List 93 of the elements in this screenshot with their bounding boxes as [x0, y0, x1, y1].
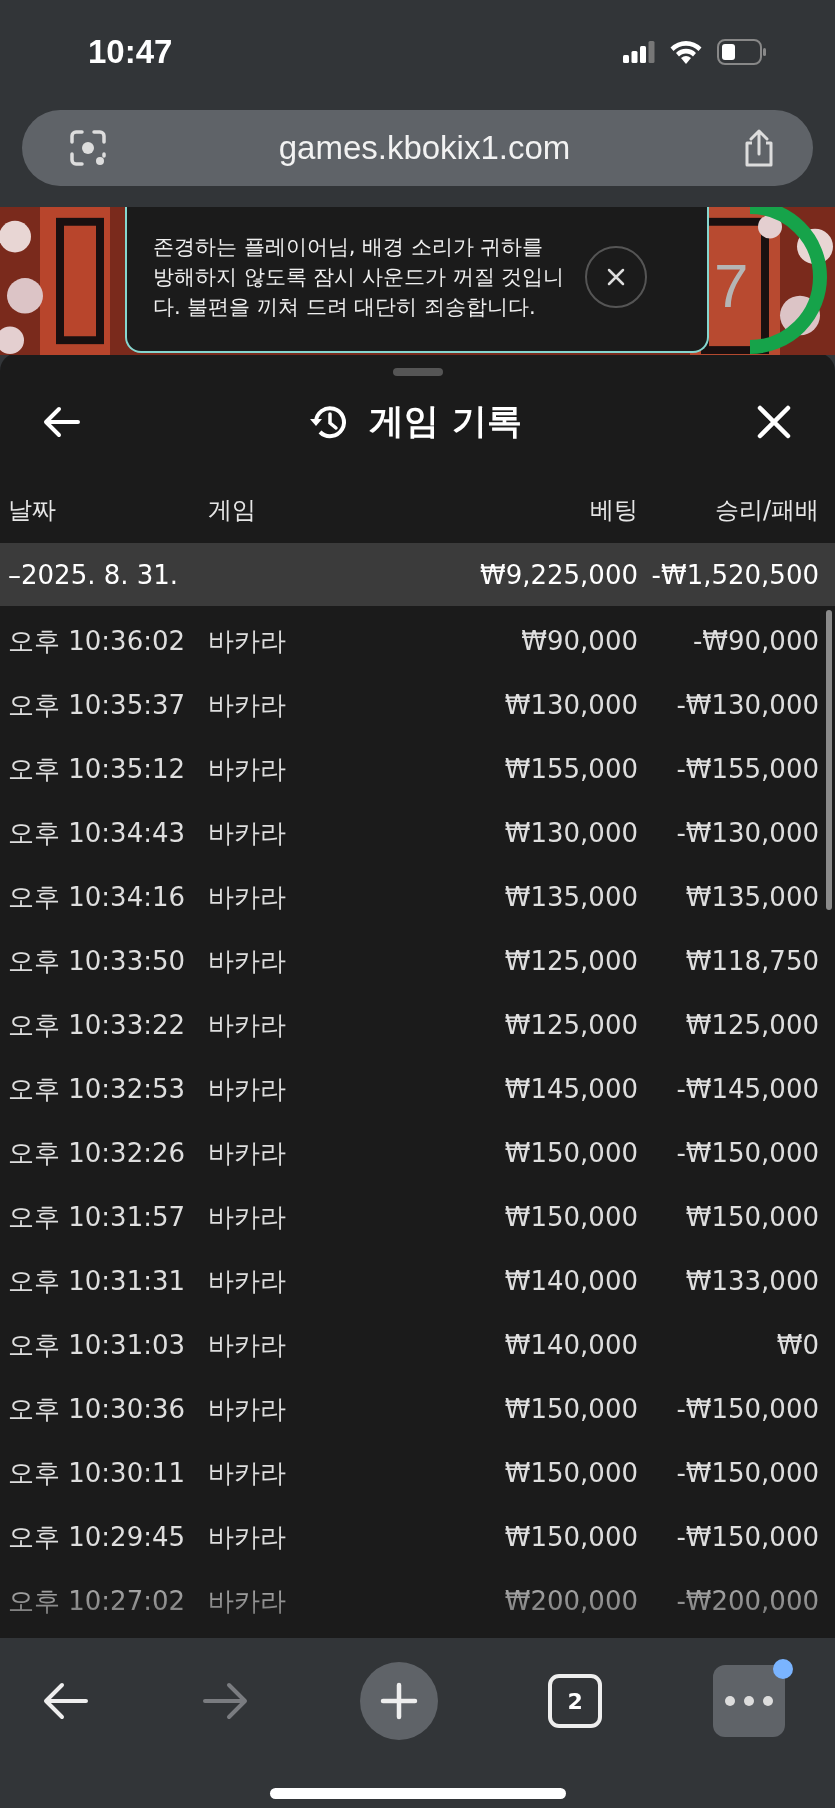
- time-cell-text: 오후 10:34:43: [8, 816, 187, 850]
- battery-icon: [717, 39, 767, 65]
- result-cell-text: ₩125,000: [684, 1010, 819, 1040]
- time-cell-text: 오후 10:33:22: [8, 1008, 187, 1042]
- result-cell-text: -₩150,000: [675, 1458, 819, 1488]
- result-cell-text: ₩118,750: [684, 946, 819, 976]
- result-cell-text: ₩135,000: [684, 882, 819, 912]
- game-cell-text: 바카라: [208, 624, 287, 658]
- result-cell-text: -₩150,000: [675, 1394, 819, 1424]
- date-group-row[interactable]: –2025. 8. 31. ₩9,225,000 -₩1,520,500: [0, 543, 835, 606]
- drag-handle[interactable]: [392, 368, 443, 376]
- date-text: –2025. 8. 31.: [8, 559, 180, 590]
- result-cell-text: -₩200,000: [675, 1586, 819, 1616]
- time-cell-text: 오후 10:35:37: [8, 688, 187, 722]
- scrollbar[interactable]: [826, 610, 832, 910]
- bet-cell-text: ₩155,000: [503, 754, 638, 784]
- game-cell-text: 바카라: [208, 752, 287, 786]
- column-header: 게임: [208, 495, 257, 526]
- wifi-icon: [669, 40, 703, 64]
- result-cell-text: ₩150,000: [684, 1202, 819, 1232]
- column-header: 승리/패배: [713, 495, 819, 526]
- result-cell-text: -₩155,000: [675, 754, 819, 784]
- time-cell-text: 오후 10:29:45: [8, 1520, 187, 1554]
- result-cell-text: ₩133,000: [684, 1266, 819, 1296]
- game-cell-text: 바카라: [208, 1520, 287, 1554]
- notice-text: 존경하는 플레이어님, 배경 소리가 귀하를 방해하지 않도록 잠시 사운드가 꺼질 것입니다. 불편을 끼쳐 드려 대단히 죄송합니다.: [153, 234, 566, 321]
- time-cell-text: 오후 10:27:02: [8, 1584, 187, 1618]
- signal-icon: [623, 41, 655, 63]
- game-cell-text: 바카라: [208, 944, 287, 978]
- bet-cell-text: ₩130,000: [503, 690, 638, 720]
- time-cell-text: 오후 10:30:11: [8, 1456, 187, 1490]
- bet-cell-text: ₩150,000: [503, 1138, 638, 1168]
- time-cell-text: 오후 10:34:16: [8, 880, 187, 914]
- bet-cell-text: ₩125,000: [503, 946, 638, 976]
- bet-cell-text: ₩150,000: [503, 1394, 638, 1424]
- total-result: -₩1,520,500: [650, 559, 819, 590]
- game-cell-text: 바카라: [208, 1136, 287, 1170]
- time-cell-text: 오후 10:31:31: [8, 1264, 187, 1298]
- bet-cell-text: ₩140,000: [503, 1330, 638, 1360]
- time-cell-text: 오후 10:30:36: [8, 1392, 187, 1426]
- result-cell-text: -₩90,000: [691, 626, 819, 656]
- bet-cell-text: ₩140,000: [503, 1266, 638, 1296]
- bet-cell-text: ₩150,000: [503, 1522, 638, 1552]
- time-cell-text: 오후 10:32:53: [8, 1072, 187, 1106]
- close-icon[interactable]: [757, 404, 791, 439]
- bet-cell-text: ₩90,000: [520, 626, 638, 656]
- result-cell-text: ₩0: [775, 1330, 819, 1360]
- url-text: games.kbokix1.com: [277, 129, 572, 167]
- game-cell-text: 바카라: [208, 880, 287, 914]
- bet-cell-text: ₩135,000: [503, 882, 638, 912]
- bet-cell-text: ₩150,000: [503, 1458, 638, 1488]
- status-time: 10:47: [88, 33, 173, 71]
- game-cell-text: 바카라: [208, 1072, 287, 1106]
- bet-cell-text: ₩130,000: [503, 818, 638, 848]
- column-header: 베팅: [589, 495, 638, 526]
- result-cell-text: -₩130,000: [675, 818, 819, 848]
- game-cell-text: 바카라: [208, 1008, 287, 1042]
- game-cell-text: 바카라: [208, 1328, 287, 1362]
- time-cell-text: 오후 10:36:02: [8, 624, 187, 658]
- game-cell-text: 바카라: [208, 1264, 287, 1298]
- time-cell-text: 오후 10:33:50: [8, 944, 187, 978]
- game-cell-text: 바카라: [208, 1200, 287, 1234]
- plus-icon: [378, 1681, 419, 1721]
- camera-search-icon[interactable]: [68, 128, 108, 168]
- time-cell-text: 오후 10:31:57: [8, 1200, 187, 1234]
- game-cell-text: 바카라: [208, 816, 287, 850]
- result-cell-text: -₩150,000: [675, 1522, 819, 1552]
- bet-cell-text: ₩150,000: [503, 1202, 638, 1232]
- tab-count-button[interactable]: 2: [548, 1674, 603, 1728]
- result-cell-text: -₩145,000: [675, 1074, 819, 1104]
- close-button[interactable]: [585, 246, 647, 308]
- time-cell-text: 오후 10:31:03: [8, 1328, 187, 1362]
- back-arrow-icon[interactable]: [42, 404, 82, 439]
- sheet-title: 게임 기록: [369, 400, 522, 443]
- result-cell-text: -₩150,000: [675, 1138, 819, 1168]
- bet-cell-text: ₩145,000: [503, 1074, 638, 1104]
- timer-digit: 7: [714, 255, 749, 317]
- time-cell-text: 오후 10:35:12: [8, 752, 187, 786]
- more-icon: [724, 1695, 774, 1707]
- game-cell-text: 바카라: [208, 1392, 287, 1426]
- column-header: 날짜: [8, 495, 57, 526]
- game-cell-text: 바카라: [208, 1584, 287, 1618]
- bet-cell-text: ₩200,000: [503, 1586, 638, 1616]
- address-bar[interactable]: games.kbokix1.com: [22, 110, 813, 186]
- bet-cell-text: ₩125,000: [503, 1010, 638, 1040]
- result-cell-text: -₩130,000: [675, 690, 819, 720]
- back-arrow-icon[interactable]: [42, 1681, 90, 1721]
- time-cell-text: 오후 10:32:26: [8, 1136, 187, 1170]
- total-bet: ₩9,225,000: [478, 559, 638, 590]
- game-cell-text: 바카라: [208, 1456, 287, 1490]
- game-cell-text: 바카라: [208, 688, 287, 722]
- close-icon: [606, 267, 626, 287]
- menu-button[interactable]: [713, 1665, 785, 1737]
